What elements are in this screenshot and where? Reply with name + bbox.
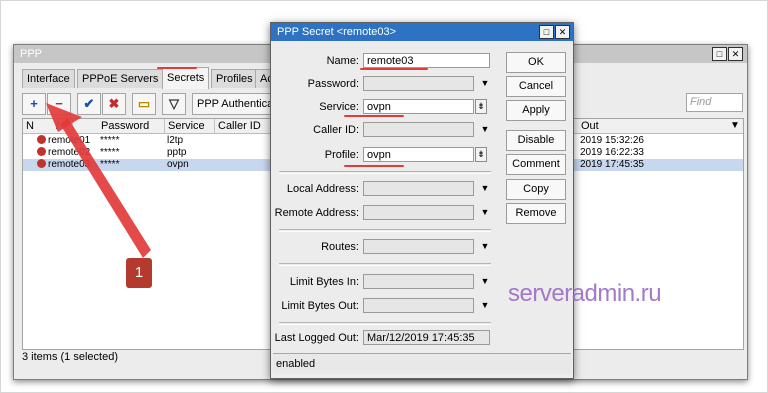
step-badge: 1: [126, 258, 152, 288]
annotation-arrow: [46, 103, 151, 258]
watermark: serveradmin.ru: [508, 280, 662, 307]
